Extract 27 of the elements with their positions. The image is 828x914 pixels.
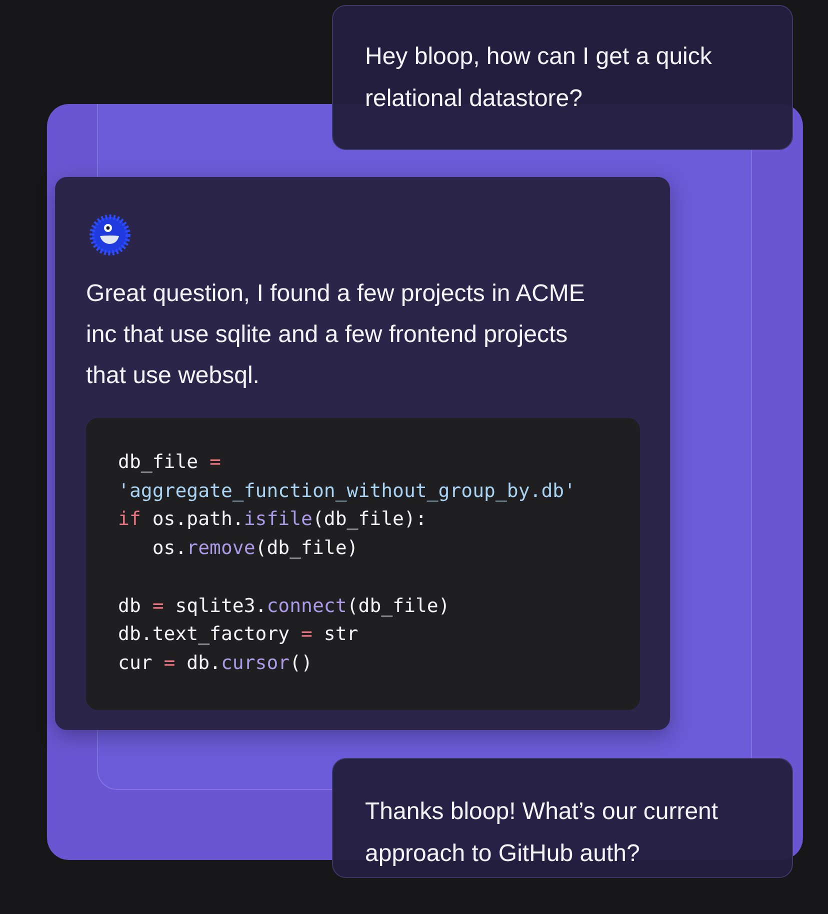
code-token: db_file [118, 451, 200, 473]
message-text: Thanks bloop! What’s our current approach to GitHub auth? [365, 797, 720, 869]
message-text: Hey bloop, how can I get a quick relational datastore? [365, 42, 713, 114]
code-token: db.text_factory [118, 623, 291, 646]
code-token: db. [186, 652, 221, 674]
code-token: os.path. [151, 508, 244, 530]
code-token: 'aggregate_function_without_group_by.db' [118, 480, 576, 502]
code-token: cursor [220, 652, 290, 674]
code-token: = [164, 652, 176, 674]
code-token: (db_file) [255, 537, 358, 560]
code-token: remove [186, 537, 256, 560]
code-token: sqlite3. [174, 594, 267, 616]
code-token: (db_file) [346, 594, 450, 616]
code-token: str [322, 623, 358, 646]
code-token: if [118, 508, 141, 530]
code-token: cur [118, 652, 154, 674]
code-token: = [301, 623, 312, 646]
code-token: = [152, 594, 164, 616]
message-text: Great question, I found a few projects in ACME inc that use sqlite and a few frontend projects that use websql. [86, 279, 586, 391]
code-token: () [290, 652, 313, 674]
code-token: = [210, 451, 221, 473]
monster-avatar-icon [88, 213, 132, 257]
code-token: connect [266, 594, 347, 616]
code-token: (db_file): [312, 508, 427, 530]
code-token: os. [151, 537, 187, 560]
code-token: db [118, 594, 142, 616]
code-token: isfile [244, 508, 312, 530]
